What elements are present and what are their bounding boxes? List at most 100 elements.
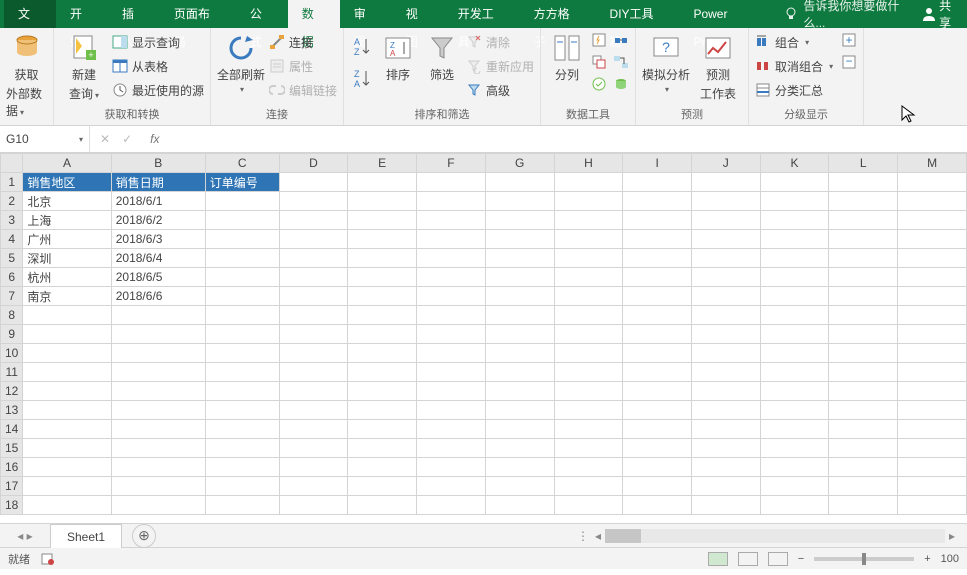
zoom-percent[interactable]: 100 [941,553,959,565]
filter-button[interactable]: 筛选 [422,32,462,83]
row-header[interactable]: 9 [1,325,23,344]
cell[interactable] [554,325,623,344]
cell[interactable] [623,249,692,268]
cell[interactable] [623,306,692,325]
cell[interactable] [417,173,486,192]
cell[interactable]: 2018/6/1 [111,192,205,211]
cell[interactable] [279,306,348,325]
get-external-data-button[interactable]: 获取 外部数据▾ [6,32,47,119]
cell[interactable] [691,458,760,477]
enter-icon[interactable]: ✓ [122,132,132,146]
cell[interactable] [554,458,623,477]
cell[interactable] [623,496,692,515]
page-layout-view-button[interactable] [738,552,758,566]
cell[interactable] [205,382,279,401]
cell[interactable] [898,363,967,382]
cell[interactable] [23,344,111,363]
cell[interactable] [623,458,692,477]
cell[interactable] [898,306,967,325]
cell[interactable] [829,306,898,325]
cell[interactable] [23,496,111,515]
row-header[interactable]: 15 [1,439,23,458]
cell[interactable] [417,458,486,477]
cell[interactable] [348,439,417,458]
from-table-button[interactable]: 从表格 [112,56,204,76]
cell[interactable] [205,344,279,363]
cell[interactable]: 2018/6/3 [111,230,205,249]
split-handle[interactable]: ⋮ [577,529,589,543]
cell[interactable] [829,230,898,249]
cell[interactable] [760,230,829,249]
manage-data-model-icon[interactable] [613,76,629,92]
cell[interactable] [485,306,554,325]
cell[interactable] [485,230,554,249]
cell[interactable] [417,306,486,325]
cell[interactable] [111,325,205,344]
cell[interactable] [898,268,967,287]
cell[interactable] [691,230,760,249]
cell[interactable] [554,306,623,325]
sort-asc-button[interactable]: AZ [350,32,374,62]
cell[interactable] [111,477,205,496]
cell[interactable] [829,325,898,344]
cell[interactable] [111,344,205,363]
cell[interactable] [279,344,348,363]
cell[interactable] [691,211,760,230]
cell[interactable] [485,363,554,382]
cell[interactable] [623,211,692,230]
relationships-icon[interactable] [613,54,629,70]
sort-button[interactable]: ZA 排序 [378,32,418,83]
column-header[interactable]: K [760,154,829,173]
tab-formulas[interactable]: 公式 [236,0,288,28]
cell[interactable] [205,192,279,211]
cell[interactable] [417,325,486,344]
row-header[interactable]: 5 [1,249,23,268]
cell[interactable] [829,173,898,192]
cell[interactable]: 上海 [23,211,111,230]
cell[interactable] [898,230,967,249]
sheet-tab[interactable]: Sheet1 [50,524,122,548]
cell[interactable] [348,344,417,363]
forecast-sheet-button[interactable]: 预测 工作表 [694,32,742,102]
hide-detail-icon[interactable]: − [841,54,857,70]
cell[interactable] [417,192,486,211]
cell[interactable] [485,211,554,230]
cell[interactable]: 杭州 [23,268,111,287]
remove-duplicates-icon[interactable] [591,54,607,70]
cell[interactable] [691,268,760,287]
cell[interactable] [205,211,279,230]
cell[interactable] [417,401,486,420]
cell[interactable] [898,477,967,496]
cell[interactable] [691,439,760,458]
cell[interactable] [623,344,692,363]
cell[interactable] [898,192,967,211]
add-sheet-button[interactable]: ⊕ [132,524,156,548]
advanced-filter-button[interactable]: 高级 [466,80,534,100]
cell[interactable]: 深圳 [23,249,111,268]
cell[interactable] [348,477,417,496]
cell[interactable] [23,420,111,439]
cell[interactable] [111,401,205,420]
cell[interactable] [279,458,348,477]
cell[interactable] [691,477,760,496]
tab-review[interactable]: 审阅 [340,0,392,28]
formula-input[interactable] [169,126,967,152]
cell[interactable] [554,496,623,515]
group-rows-button[interactable]: 组合▾ [755,32,833,52]
properties-button[interactable]: 属性 [269,56,337,76]
cell[interactable] [111,306,205,325]
text-to-columns-button[interactable]: 分列 [547,32,587,83]
cell[interactable] [111,363,205,382]
cell[interactable] [279,325,348,344]
cell[interactable] [691,173,760,192]
cell[interactable] [23,306,111,325]
row-header[interactable]: 2 [1,192,23,211]
subtotal-button[interactable]: 分类汇总 [755,80,833,100]
cell[interactable] [829,249,898,268]
cell[interactable] [417,211,486,230]
page-break-view-button[interactable] [768,552,788,566]
cell[interactable] [554,420,623,439]
cell[interactable] [348,230,417,249]
cell[interactable] [417,287,486,306]
cell[interactable] [554,211,623,230]
